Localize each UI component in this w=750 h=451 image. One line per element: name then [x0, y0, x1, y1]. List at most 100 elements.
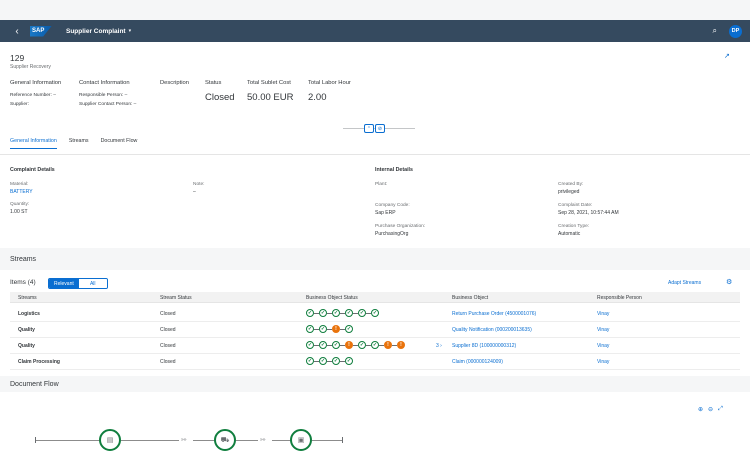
success-icon: ✓: [371, 309, 379, 317]
relevance-segmented-button: Relevant All: [48, 278, 108, 289]
reference-number: Reference Number: –: [10, 93, 61, 98]
contact-info-block: Contact Information Responsible Person: …: [79, 80, 136, 107]
flow-node-return-order[interactable]: ▤: [99, 429, 121, 451]
business-object-link[interactable]: Claim (000000124009): [452, 359, 503, 365]
app-title[interactable]: Supplier Complaint: [66, 28, 126, 35]
status-label: Status: [205, 80, 222, 86]
general-info-block: General Information Reference Number: – …: [10, 80, 61, 107]
business-object-link[interactable]: Supplier 8D (100000000312): [452, 343, 516, 349]
fullscreen-icon[interactable]: ⤢: [718, 406, 723, 413]
share-icon[interactable]: ↗: [724, 52, 730, 60]
more-statuses-link[interactable]: 3 ›: [436, 343, 442, 349]
column-header-responsible-person[interactable]: Responsible Person: [597, 295, 642, 301]
search-icon[interactable]: ⌕: [713, 26, 717, 36]
flow-connector: [272, 440, 291, 441]
document-icon: ▤: [106, 437, 114, 444]
table-row[interactable]: Claim Processing Closed ✓ ✓ ✓ ✓ Claim (0…: [10, 354, 740, 370]
document-flow-title: Document Flow: [10, 381, 59, 388]
success-icon: ✓: [332, 309, 340, 317]
header-toggle: ⌃ ⊘: [364, 124, 385, 133]
status-chain: ✓ ✓ ✓ ✓: [306, 357, 353, 365]
status-chain: ✓ ✓ ✓ ! ✓ ✓ ! !: [306, 341, 405, 349]
responsible-person: Responsible Person: –: [79, 93, 136, 98]
description-label: Description: [160, 80, 189, 86]
tab-streams[interactable]: Streams: [69, 138, 89, 149]
reference-number-value: –: [53, 93, 56, 98]
stream-name: Logistics: [18, 311, 40, 317]
items-count-title: Items (4): [10, 279, 36, 286]
responsible-person-link[interactable]: Vinay: [597, 311, 609, 317]
stream-name: Claim Processing: [18, 359, 60, 365]
material-field: Material: BATTERY: [10, 182, 33, 195]
flow-connector: [193, 440, 215, 441]
created-by-value: privileged: [558, 189, 580, 195]
success-icon: ✓: [358, 309, 366, 317]
column-header-bo-status[interactable]: Business Object Status: [306, 295, 358, 301]
stream-status: Closed: [160, 343, 176, 349]
plant-label: Plant:: [375, 182, 388, 187]
sublet-cost-kpi: Total Sublet Cost 50.00 EUR: [247, 80, 293, 103]
table-row[interactable]: Quality Closed ✓ ✓ ! ✓ Quality Notificat…: [10, 322, 740, 338]
success-icon: ✓: [319, 309, 327, 317]
stream-status: Closed: [160, 359, 176, 365]
note-label: Note:: [193, 182, 205, 187]
tab-document-flow[interactable]: Document Flow: [101, 138, 138, 149]
sap-logo[interactable]: SAP: [30, 25, 52, 37]
truck-icon: ⛟: [220, 436, 230, 444]
column-header-streams[interactable]: Streams: [18, 295, 37, 301]
table-row[interactable]: Quality Closed ✓ ✓ ✓ ! ✓ ✓ ! ! 3 › Suppl…: [10, 338, 740, 354]
status-value: Closed: [205, 92, 235, 103]
zoom-out-icon[interactable]: ⊖: [708, 406, 713, 413]
chevron-down-icon[interactable]: ▾: [129, 28, 132, 34]
company-code-field: Company Code: Sap ERP: [375, 203, 410, 216]
company-code-value: Sap ERP: [375, 210, 396, 216]
success-icon: ✓: [319, 357, 327, 365]
collapse-header-icon[interactable]: ⌃: [364, 124, 374, 133]
plant-field: Plant:: [375, 182, 387, 189]
stream-status: Closed: [160, 327, 176, 333]
complaint-details-title: Complaint Details: [10, 167, 55, 173]
note-value: –: [193, 189, 196, 195]
success-icon: ✓: [332, 341, 340, 349]
business-object-link[interactable]: Return Purchase Order (4500001076): [452, 311, 536, 317]
back-icon[interactable]: ‹: [8, 26, 26, 37]
flow-connector: [312, 440, 342, 441]
adapt-streams-button[interactable]: Adapt Streams: [668, 280, 701, 286]
stream-name: Quality: [18, 343, 35, 349]
success-icon: ✓: [345, 309, 353, 317]
labor-hour-label: Total Labor Hour: [308, 80, 351, 86]
flow-arrow-icon: »»: [181, 437, 187, 443]
pin-header-icon[interactable]: ⊘: [375, 124, 385, 133]
segment-relevant[interactable]: Relevant: [49, 279, 79, 288]
tab-bar: General Information Streams Document Flo…: [10, 138, 137, 149]
gear-icon[interactable]: ⚙: [726, 278, 732, 286]
avatar[interactable]: DP: [729, 24, 742, 38]
flow-connector: [36, 440, 100, 441]
table-row[interactable]: Logistics Closed ✓ ✓ ✓ ✓ ✓ ✓ Return Purc…: [10, 306, 740, 322]
column-header-business-object[interactable]: Business Object: [452, 295, 488, 301]
business-object-link[interactable]: Quality Notification (000200013635): [452, 327, 532, 333]
material-link[interactable]: BATTERY: [10, 189, 33, 195]
responsible-person-link[interactable]: Vinay: [597, 343, 609, 349]
creation-type-label: Creation Type:: [558, 224, 590, 229]
note-field: Note: –: [193, 182, 204, 195]
document-flow-card: ⊕ ⊖ ⤢ ▤ »» ⛟ »» ▣: [0, 392, 750, 451]
success-icon: ✓: [306, 357, 314, 365]
internal-details-title: Internal Details: [375, 167, 413, 173]
flow-node-delivery[interactable]: ⛟: [214, 429, 236, 451]
creation-type-field: Creation Type: Automatic: [558, 224, 589, 237]
segment-all[interactable]: All: [78, 279, 107, 288]
shell-bar: ‹ SAP Supplier Complaint ▾ ⌕ DP: [0, 20, 750, 42]
responsible-person-link[interactable]: Vinay: [597, 359, 609, 365]
creation-type-value: Automatic: [558, 231, 581, 237]
flow-node-invoice[interactable]: ▣: [290, 429, 312, 451]
created-by-field: Created By: privileged: [558, 182, 583, 195]
supplier-contact-value: –: [133, 102, 137, 107]
created-by-label: Created By:: [558, 182, 584, 187]
streams-table-card: Items (4) Relevant All Adapt Streams ⚙ S…: [0, 270, 750, 376]
column-header-stream-status[interactable]: Stream Status: [160, 295, 192, 301]
zoom-in-icon[interactable]: ⊕: [698, 406, 703, 413]
streams-section-title: Streams: [10, 256, 37, 263]
responsible-person-link[interactable]: Vinay: [597, 327, 609, 333]
tab-general-information[interactable]: General Information: [10, 138, 57, 149]
